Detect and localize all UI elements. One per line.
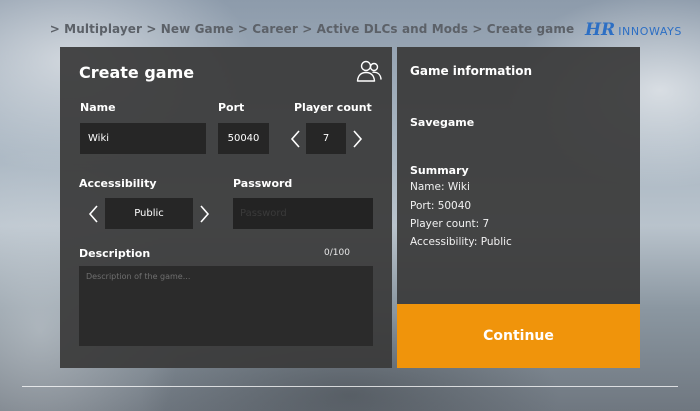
accessibility-value: Public: [134, 208, 164, 219]
breadcrumb: > Multiplayer > New Game > Career > Acti…: [49, 22, 575, 36]
footer-divider: [22, 386, 678, 387]
description-placeholder: Description of the game...: [86, 272, 191, 281]
accessibility-previous-icon[interactable]: [87, 203, 101, 225]
accessibility-label: Accessibility: [79, 177, 157, 190]
summary-accessibility: Accessibility: Public: [410, 236, 512, 248]
password-label: Password: [233, 177, 293, 190]
password-input[interactable]: Password: [233, 198, 373, 229]
description-label: Description: [79, 247, 151, 260]
name-value: Wiki: [88, 133, 110, 144]
accessibility-next-icon[interactable]: [197, 203, 211, 225]
password-placeholder: Password: [240, 208, 287, 219]
continue-button[interactable]: Continue: [397, 304, 640, 368]
description-char-counter: 0/100: [324, 248, 350, 258]
create-game-panel: Create game Name Port Player count Wiki …: [60, 47, 392, 368]
summary-name: Name: Wiki: [410, 181, 470, 193]
summary-port: Port: 50040: [410, 200, 472, 212]
logo-text: INNOWAYS: [618, 25, 683, 38]
summary-title: Summary: [410, 164, 469, 177]
name-input[interactable]: Wiki: [80, 123, 206, 154]
summary-player-count: Player count: 7: [410, 218, 490, 230]
brand-logo: HR INNOWAYS: [585, 20, 682, 40]
player-count-stepper[interactable]: 7: [306, 123, 346, 154]
port-label: Port: [218, 101, 245, 114]
port-value: 50040: [227, 133, 260, 144]
name-label: Name: [80, 101, 116, 114]
game-information-panel: Game information Savegame Summary Name: …: [397, 47, 640, 304]
savegame-label: Savegame: [410, 116, 475, 129]
game-information-title: Game information: [410, 64, 533, 78]
description-textarea[interactable]: Description of the game...: [79, 266, 373, 346]
port-input[interactable]: 50040: [218, 123, 269, 154]
player-count-decrease-icon[interactable]: [289, 128, 303, 150]
accessibility-select[interactable]: Public: [105, 198, 193, 229]
player-count-label: Player count: [294, 101, 372, 114]
player-count-increase-icon[interactable]: [350, 128, 364, 150]
create-game-title: Create game: [79, 63, 195, 82]
users-icon: [356, 60, 382, 82]
player-count-value: 7: [322, 133, 330, 144]
logo-mark: HR: [585, 20, 616, 40]
